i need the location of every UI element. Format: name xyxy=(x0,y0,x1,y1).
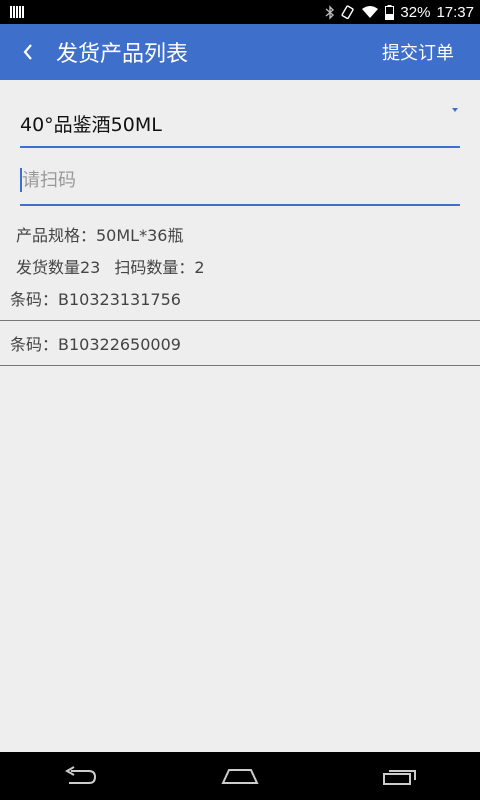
rotation-icon xyxy=(341,4,355,20)
nav-recents-button[interactable] xyxy=(370,752,430,800)
wifi-icon xyxy=(361,4,379,20)
recent-apps-icon xyxy=(383,770,416,785)
screen: 32% 17:37 发货产品列表 提交订单 40°品鉴酒50ML 产品规格：50… xyxy=(0,0,480,800)
product-spec: 产品规格：50ML*36瓶 xyxy=(16,226,184,245)
list-item[interactable]: 条码：B10322650009 xyxy=(0,321,480,366)
home-icon xyxy=(221,769,259,784)
scan-quantity: 扫码数量：2 xyxy=(114,258,205,277)
product-select[interactable]: 40°品鉴酒50ML xyxy=(20,100,460,148)
system-nav-bar xyxy=(0,752,480,800)
chevron-left-icon xyxy=(23,44,32,60)
status-bar: 32% 17:37 xyxy=(0,0,480,24)
bluetooth-icon xyxy=(325,4,335,20)
nav-back-button[interactable] xyxy=(50,752,110,800)
nav-home-button[interactable] xyxy=(210,752,270,800)
ship-quantity: 发货数量23 xyxy=(16,258,101,277)
battery-percent: 32% xyxy=(400,3,431,21)
quantity-info: 发货数量23 扫码数量：2 xyxy=(16,254,205,278)
submit-order-button[interactable]: 提交订单 xyxy=(372,24,480,80)
product-select-value: 40°品鉴酒50ML xyxy=(20,114,162,136)
clock: 17:37 xyxy=(436,3,474,21)
scan-field xyxy=(20,158,462,206)
battery-icon xyxy=(385,4,395,20)
barcode-list: 条码：B10323131756 条码：B10322650009 xyxy=(0,276,480,366)
barcode-notification-icon xyxy=(10,6,24,18)
back-button[interactable] xyxy=(0,24,56,80)
page-title: 发货产品列表 xyxy=(56,42,189,67)
scan-input[interactable] xyxy=(20,158,462,202)
list-item[interactable]: 条码：B10323131756 xyxy=(0,276,480,321)
back-arrow-icon xyxy=(64,766,97,784)
dropdown-arrow-icon xyxy=(452,108,458,112)
app-bar: 发货产品列表 提交订单 xyxy=(0,24,480,80)
